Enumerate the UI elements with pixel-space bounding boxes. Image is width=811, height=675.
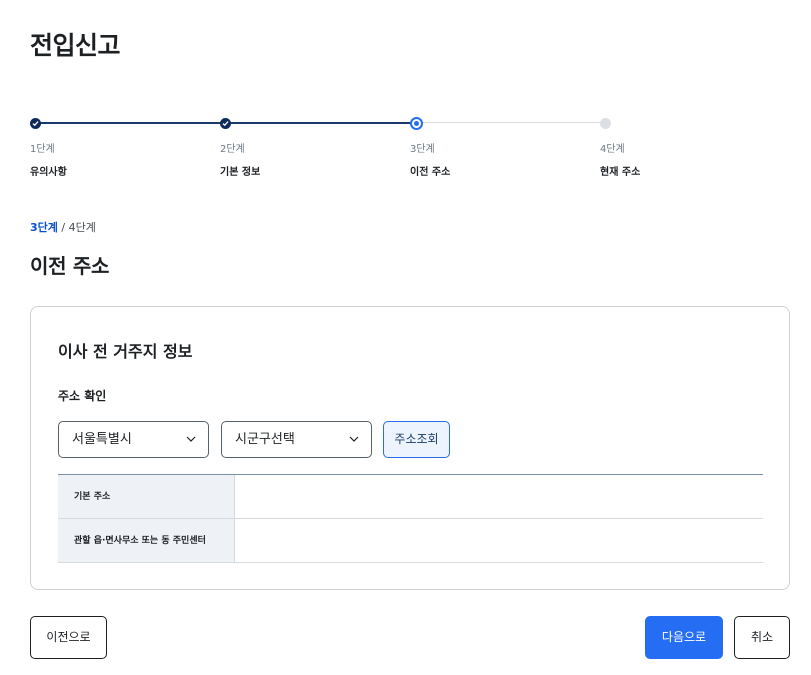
district-select-value: 시군구선택 <box>235 432 295 447</box>
step-3-label: 이전 주소 <box>410 167 451 178</box>
stage-current: 3단계 <box>30 221 58 234</box>
step-3-number: 3단계 <box>410 144 435 155</box>
step-2-check-icon <box>220 118 231 129</box>
address-table: 기본 주소 관할 읍·면사무소 또는 동 주민센터 <box>58 474 763 563</box>
basic-address-header: 기본 주소 <box>58 475 234 518</box>
step-connector-todo <box>416 122 605 123</box>
city-select-value: 서울특별시 <box>72 432 132 447</box>
stage-indicator: 3단계 / 4단계 <box>30 219 96 235</box>
step-1-check-icon <box>30 118 41 129</box>
step-4-label: 현재 주소 <box>600 167 641 178</box>
stage-total: 4단계 <box>68 221 96 234</box>
previous-button[interactable]: 이전으로 <box>30 616 107 659</box>
card-title: 이사 전 거주지 정보 <box>58 342 193 361</box>
address-lookup-button[interactable]: 주소조회 <box>383 421 450 458</box>
section-title: 이전 주소 <box>30 254 110 278</box>
step-connector-done <box>225 122 416 124</box>
community-center-header: 관할 읍·면사무소 또는 동 주민센터 <box>58 519 234 562</box>
chevron-down-icon <box>349 436 359 442</box>
step-2-number: 2단계 <box>220 144 245 155</box>
step-1-number: 1단계 <box>30 144 55 155</box>
next-button[interactable]: 다음으로 <box>645 616 723 659</box>
table-row: 관할 읍·면사무소 또는 동 주민센터 <box>58 519 763 563</box>
progress-stepper: 1단계 2단계 3단계 4단계 유의사항 기본 정보 이전 주소 현재 주소 <box>0 0 811 200</box>
chevron-down-icon <box>186 436 196 442</box>
community-center-value <box>234 519 763 562</box>
step-1-label: 유의사항 <box>30 167 67 178</box>
basic-address-value <box>234 475 763 518</box>
table-row: 기본 주소 <box>58 475 763 519</box>
step-3-current-icon <box>410 117 423 130</box>
step-4-number: 4단계 <box>600 144 625 155</box>
step-4-pending-icon <box>600 118 611 129</box>
cancel-button[interactable]: 취소 <box>734 616 790 659</box>
city-select[interactable]: 서울특별시 <box>58 421 209 458</box>
district-select[interactable]: 시군구선택 <box>221 421 372 458</box>
previous-address-card: 이사 전 거주지 정보 주소 확인 서울특별시 시군구선택 주소조회 기본 주소… <box>30 306 790 590</box>
step-2-label: 기본 정보 <box>220 167 261 178</box>
stage-separator: / <box>57 221 69 234</box>
address-check-label: 주소 확인 <box>58 389 107 403</box>
step-connector-done <box>35 122 225 124</box>
